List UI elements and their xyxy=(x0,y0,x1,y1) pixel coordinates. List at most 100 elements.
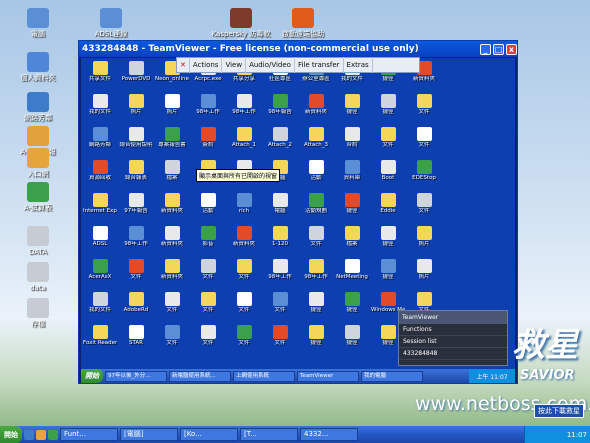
toolbar-extras[interactable]: Extras xyxy=(344,57,373,73)
remote-desktop-icon[interactable]: 98年工作 xyxy=(119,226,153,247)
remote-desktop-icon[interactable]: 文件 xyxy=(155,292,189,313)
remote-start-button[interactable]: 開始 xyxy=(81,369,103,383)
remote-desktop-icon[interactable]: 文件 xyxy=(407,193,441,214)
quicklaunch-media-icon[interactable] xyxy=(48,429,58,440)
remote-desktop-icon[interactable]: PowerDVD xyxy=(119,61,153,82)
remote-desktop-icon[interactable]: 文件 xyxy=(263,292,297,313)
remote-desktop-icon[interactable]: STAR xyxy=(119,325,153,346)
remote-desktop-icon[interactable]: 簽約 xyxy=(191,127,225,148)
taskbar-button[interactable]: 4332... xyxy=(300,428,358,441)
remote-desktop-icon[interactable]: 捷徑 xyxy=(335,292,369,313)
remote-desktop-icon[interactable]: AcerAsX xyxy=(83,259,117,280)
remote-desktop-icon[interactable]: 97年報告 xyxy=(119,193,153,214)
desktop-top-icon[interactable]: ADSL連線 xyxy=(80,8,142,38)
remote-task-button[interactable]: 我的電腦 xyxy=(361,370,423,382)
remote-desktop-icon[interactable]: 專案報告書 xyxy=(155,127,189,148)
remote-desktop-icon[interactable]: 新資料夾 xyxy=(299,94,333,115)
desktop-icon[interactable]: A-試算表 xyxy=(14,182,62,212)
remote-desktop-icon[interactable]: 照片 xyxy=(407,259,441,280)
remote-desktop-icon[interactable]: Attach_3 xyxy=(299,127,333,148)
remote-desktop-icon[interactable]: 我的文件 xyxy=(83,94,117,115)
remote-desktop-icon[interactable]: 檔案 xyxy=(155,160,189,181)
remote-desktop-icon[interactable]: 活動 xyxy=(299,160,333,181)
remote-desktop-icon[interactable]: 總合使用說明 xyxy=(119,127,153,148)
desktop-top-icon[interactable]: 啟動遠端協助 xyxy=(272,8,334,38)
remote-desktop-icon[interactable]: 合約 xyxy=(335,127,369,148)
minimize-button[interactable]: _ xyxy=(480,43,491,55)
remote-desktop-icon[interactable]: 資源回收 xyxy=(83,160,117,181)
remote-desktop-icon[interactable]: 文件 xyxy=(407,94,441,115)
remote-desktop-icon[interactable]: 文件 xyxy=(227,259,261,280)
remote-desktop-icon[interactable]: 捷徑 xyxy=(299,292,333,313)
remote-desktop-icon[interactable]: Internet Explorer xyxy=(83,193,117,214)
toolbar-view[interactable]: View xyxy=(222,57,247,73)
remote-desktop-icon[interactable]: 照片 xyxy=(407,226,441,247)
teamviewer-title-bar[interactable]: 433284848 - TeamViewer - Free license (n… xyxy=(79,41,517,57)
remote-desktop-icon[interactable]: rich xyxy=(227,193,261,214)
remote-desktop-icon[interactable]: 活動規劃 xyxy=(299,193,333,214)
remote-desktop-icon[interactable]: 新資料夾 xyxy=(227,226,261,247)
remote-desktop-icon[interactable]: 98年報告 xyxy=(263,94,297,115)
remote-desktop-icon[interactable]: 新資料夾 xyxy=(155,226,189,247)
remote-desktop-icon[interactable]: 98年工作 xyxy=(263,259,297,280)
taskbar-button[interactable]: Funt... xyxy=(60,428,118,441)
remote-desktop-icon[interactable]: EDEStop xyxy=(407,160,441,181)
taskbar-button[interactable]: [T... xyxy=(240,428,298,441)
toolbar-file-transfer[interactable]: File transfer xyxy=(295,57,344,73)
functions-menu[interactable]: Functions xyxy=(399,324,507,336)
remote-task-button[interactable]: 上網使用系統 xyxy=(233,370,295,382)
download-tooltip[interactable]: 按此下載救星 xyxy=(534,404,584,418)
desktop-icon[interactable]: data xyxy=(14,262,62,292)
remote-desktop-icon[interactable]: 影音 xyxy=(191,226,225,247)
toolbar-close-icon[interactable]: ✕ xyxy=(177,57,190,73)
taskbar-button[interactable]: [Ko... xyxy=(180,428,238,441)
quicklaunch-ie-icon[interactable] xyxy=(24,429,34,440)
remote-desktop-icon[interactable]: 照片 xyxy=(119,94,153,115)
remote-desktop-icon[interactable]: 98年工作 xyxy=(299,259,333,280)
remote-desktop-icon[interactable]: 文件 xyxy=(191,292,225,313)
remote-desktop-icon[interactable]: 捷徑 xyxy=(335,325,369,346)
desktop-icon[interactable]: 網路芳鄰 xyxy=(14,92,62,122)
remote-desktop-icon[interactable]: 文件 xyxy=(155,325,189,346)
desktop-icon[interactable]: 入口網 xyxy=(14,148,62,178)
remote-desktop-icon[interactable]: 文件 xyxy=(299,226,333,247)
remote-desktop-icon[interactable]: 新資料夾 xyxy=(155,259,189,280)
mini-panel-header[interactable]: TeamViewer xyxy=(399,311,507,324)
desktop-icon[interactable]: DATA xyxy=(14,226,62,256)
remote-desktop-icon[interactable]: Foxit Reader xyxy=(83,325,117,346)
remote-task-button[interactable]: TeamViewer xyxy=(297,370,359,382)
remote-desktop-icon[interactable]: AdobeRd xyxy=(119,292,153,313)
desktop-icon[interactable]: 個人資料夾 xyxy=(14,52,62,82)
remote-desktop-icon[interactable]: Attach_2 xyxy=(263,127,297,148)
remote-desktop-icon[interactable]: 我的文件 xyxy=(83,292,117,313)
remote-desktop-icon[interactable]: Boot xyxy=(371,160,405,181)
remote-desktop-icon[interactable]: 捷徑 xyxy=(335,94,369,115)
close-button[interactable]: x xyxy=(506,43,517,55)
remote-desktop-icon[interactable]: 活動 xyxy=(191,193,225,214)
remote-desktop-icon[interactable]: 捷徑 xyxy=(371,94,405,115)
remote-desktop-icon[interactable]: 文件 xyxy=(407,127,441,148)
remote-desktop-icon[interactable]: 文件 xyxy=(227,325,261,346)
remote-desktop-icon[interactable]: 捷徑 xyxy=(299,325,333,346)
remote-desktop-icon[interactable]: Attach_1 xyxy=(227,127,261,148)
remote-desktop-icon[interactable]: 文件 xyxy=(263,325,297,346)
remote-desktop-icon[interactable]: 總合報表 xyxy=(119,160,153,181)
remote-desktop-icon[interactable]: 網路芳鄰 xyxy=(83,127,117,148)
remote-desktop-icon[interactable]: 共享文件 xyxy=(83,61,117,82)
remote-desktop-icon[interactable]: Eddie xyxy=(371,193,405,214)
remote-desktop-icon[interactable]: 文件 xyxy=(191,259,225,280)
remote-desktop-icon[interactable]: 捷徑 xyxy=(371,259,405,280)
remote-desktop-icon[interactable]: 資料庫 xyxy=(335,160,369,181)
remote-task-button[interactable]: 新電腦使用系統... xyxy=(169,370,231,382)
toolbar-actions[interactable]: Actions xyxy=(190,57,223,73)
session-list[interactable]: Session list xyxy=(399,336,507,348)
remote-desktop-icon[interactable]: 新資料夾 xyxy=(155,193,189,214)
start-button[interactable]: 開始 xyxy=(0,426,22,443)
remote-desktop-icon[interactable]: 捷徑 xyxy=(371,226,405,247)
desktop-icon[interactable]: 存檔 xyxy=(14,298,62,328)
remote-desktop-icon[interactable]: 文件 xyxy=(371,127,405,148)
maximize-button[interactable]: □ xyxy=(493,43,504,55)
remote-desktop-icon[interactable]: 文件 xyxy=(191,325,225,346)
remote-task-button[interactable]: 97年以後_外分... xyxy=(105,370,167,382)
remote-desktop-icon[interactable]: 98年工作 xyxy=(227,94,261,115)
